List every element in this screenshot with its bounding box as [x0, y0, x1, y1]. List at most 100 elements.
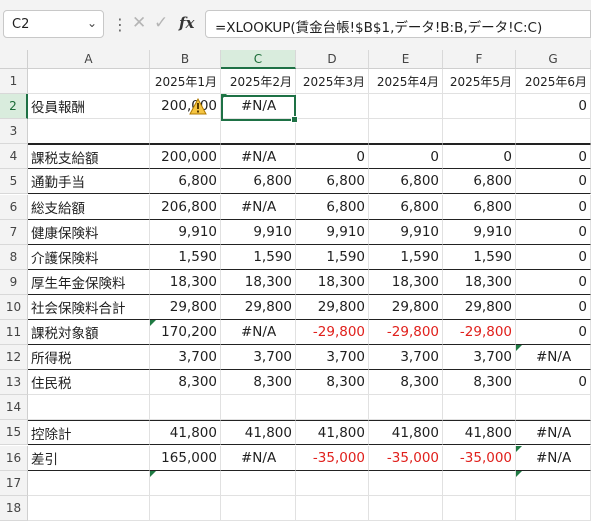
column-header-a[interactable]: A [28, 50, 150, 69]
column-header-c[interactable]: C [221, 50, 296, 69]
cell-a5[interactable]: 通勤手当 [28, 169, 150, 195]
row-header-14[interactable]: 14 [0, 395, 28, 421]
cell-f15[interactable]: 41,800 [443, 420, 516, 446]
row-header-16[interactable]: 16 [0, 445, 28, 471]
cell-a14[interactable] [28, 395, 150, 421]
column-header-d[interactable]: D [296, 50, 369, 69]
cell-g8[interactable]: 0 [516, 244, 591, 270]
cell-d14[interactable] [296, 395, 369, 421]
cell-d1[interactable]: 2025年3月 [296, 69, 369, 95]
cell-e6[interactable]: 6,800 [369, 194, 443, 220]
cell-g9[interactable]: 0 [516, 269, 591, 295]
cell-e8[interactable]: 1,590 [369, 244, 443, 270]
enter-check-icon[interactable]: ✓ [154, 13, 168, 33]
insert-function-fx-icon[interactable]: fx [179, 14, 194, 32]
cell-d3[interactable] [296, 119, 369, 145]
cell-g15[interactable]: #N/A [516, 420, 591, 446]
cell-f4[interactable]: 0 [443, 144, 516, 170]
cell-b10[interactable]: 29,800 [150, 294, 221, 320]
cell-a3[interactable] [28, 119, 150, 145]
row-header-13[interactable]: 13 [0, 370, 28, 396]
cell-a10[interactable]: 社会保険料合計 [28, 294, 150, 320]
cell-f8[interactable]: 1,590 [443, 244, 516, 270]
cell-f2[interactable] [443, 94, 516, 120]
row-header-2[interactable]: 2 [0, 94, 28, 120]
row-header-7[interactable]: 7 [0, 219, 28, 245]
cell-c4[interactable]: #N/A [221, 144, 296, 170]
cell-f5[interactable]: 6,800 [443, 169, 516, 195]
cell-c10[interactable]: 29,800 [221, 294, 296, 320]
cell-a9[interactable]: 厚生年金保険料 [28, 269, 150, 295]
cell-f10[interactable]: 29,800 [443, 294, 516, 320]
cell-e2[interactable] [369, 94, 443, 120]
row-header-6[interactable]: 6 [0, 194, 28, 220]
cell-c7[interactable]: 9,910 [221, 219, 296, 245]
cell-e14[interactable] [369, 395, 443, 421]
cell-g10[interactable]: 0 [516, 294, 591, 320]
cell-c14[interactable] [221, 395, 296, 421]
cell-f18[interactable] [443, 495, 516, 521]
cell-d4[interactable]: 0 [296, 144, 369, 170]
column-header-b[interactable]: B [150, 50, 221, 69]
row-header-1[interactable]: 1 [0, 69, 28, 95]
cell-b9[interactable]: 18,300 [150, 269, 221, 295]
cell-d17[interactable] [296, 470, 369, 496]
cell-b18[interactable] [150, 495, 221, 521]
cell-a2[interactable]: 役員報酬 [28, 94, 150, 120]
cell-e5[interactable]: 6,800 [369, 169, 443, 195]
cell-b2[interactable]: 200,000 [150, 94, 221, 120]
cell-d9[interactable]: 18,300 [296, 269, 369, 295]
cell-a16[interactable]: 差引 [28, 445, 150, 471]
cancel-x-icon[interactable]: ✕ [132, 13, 146, 33]
cell-g5[interactable]: 0 [516, 169, 591, 195]
cell-f17[interactable] [443, 470, 516, 496]
name-box[interactable]: C2 ⌄ [3, 10, 104, 38]
cell-g4[interactable]: 0 [516, 144, 591, 170]
cell-e3[interactable] [369, 119, 443, 145]
cell-c2[interactable]: #N/A [221, 94, 296, 120]
cell-b17[interactable] [150, 470, 221, 496]
cell-b1[interactable]: 2025年1月 [150, 69, 221, 95]
cell-e11[interactable]: -29,800 [369, 320, 443, 346]
cell-f13[interactable]: 8,300 [443, 370, 516, 396]
cell-a6[interactable]: 総支給額 [28, 194, 150, 220]
cell-a18[interactable] [28, 495, 150, 521]
cell-g2[interactable]: 0 [516, 94, 591, 120]
cell-d6[interactable]: 6,800 [296, 194, 369, 220]
cell-g7[interactable]: 0 [516, 219, 591, 245]
row-header-9[interactable]: 9 [0, 269, 28, 295]
column-header-f[interactable]: F [443, 50, 516, 69]
cell-g16[interactable]: #N/A [516, 445, 591, 471]
select-all-corner[interactable] [0, 50, 28, 69]
column-header-e[interactable]: E [369, 50, 443, 69]
cell-f14[interactable] [443, 395, 516, 421]
cell-c3[interactable] [221, 119, 296, 145]
cell-e15[interactable]: 41,800 [369, 420, 443, 446]
cell-f3[interactable] [443, 119, 516, 145]
cell-b5[interactable]: 6,800 [150, 169, 221, 195]
cell-a15[interactable]: 控除計 [28, 420, 150, 446]
cell-d11[interactable]: -29,800 [296, 320, 369, 346]
cell-g17[interactable] [516, 470, 591, 496]
cell-e9[interactable]: 18,300 [369, 269, 443, 295]
cell-d8[interactable]: 1,590 [296, 244, 369, 270]
cell-d18[interactable] [296, 495, 369, 521]
cell-e7[interactable]: 9,910 [369, 219, 443, 245]
cell-g12[interactable]: #N/A [516, 345, 591, 371]
cell-b8[interactable]: 1,590 [150, 244, 221, 270]
warning-triangle-icon[interactable] [189, 98, 207, 115]
cell-b12[interactable]: 3,700 [150, 345, 221, 371]
cell-a7[interactable]: 健康保険料 [28, 219, 150, 245]
cell-c1[interactable]: 2025年2月 [221, 69, 296, 95]
cell-c8[interactable]: 1,590 [221, 244, 296, 270]
cell-a12[interactable]: 所得税 [28, 345, 150, 371]
row-header-11[interactable]: 11 [0, 320, 28, 346]
cell-g3[interactable] [516, 119, 591, 145]
row-header-5[interactable]: 5 [0, 169, 28, 195]
cell-b6[interactable]: 206,800 [150, 194, 221, 220]
cell-a13[interactable]: 住民税 [28, 370, 150, 396]
cell-e16[interactable]: -35,000 [369, 445, 443, 471]
cell-f1[interactable]: 2025年5月 [443, 69, 516, 95]
cell-c9[interactable]: 18,300 [221, 269, 296, 295]
cell-c15[interactable]: 41,800 [221, 420, 296, 446]
